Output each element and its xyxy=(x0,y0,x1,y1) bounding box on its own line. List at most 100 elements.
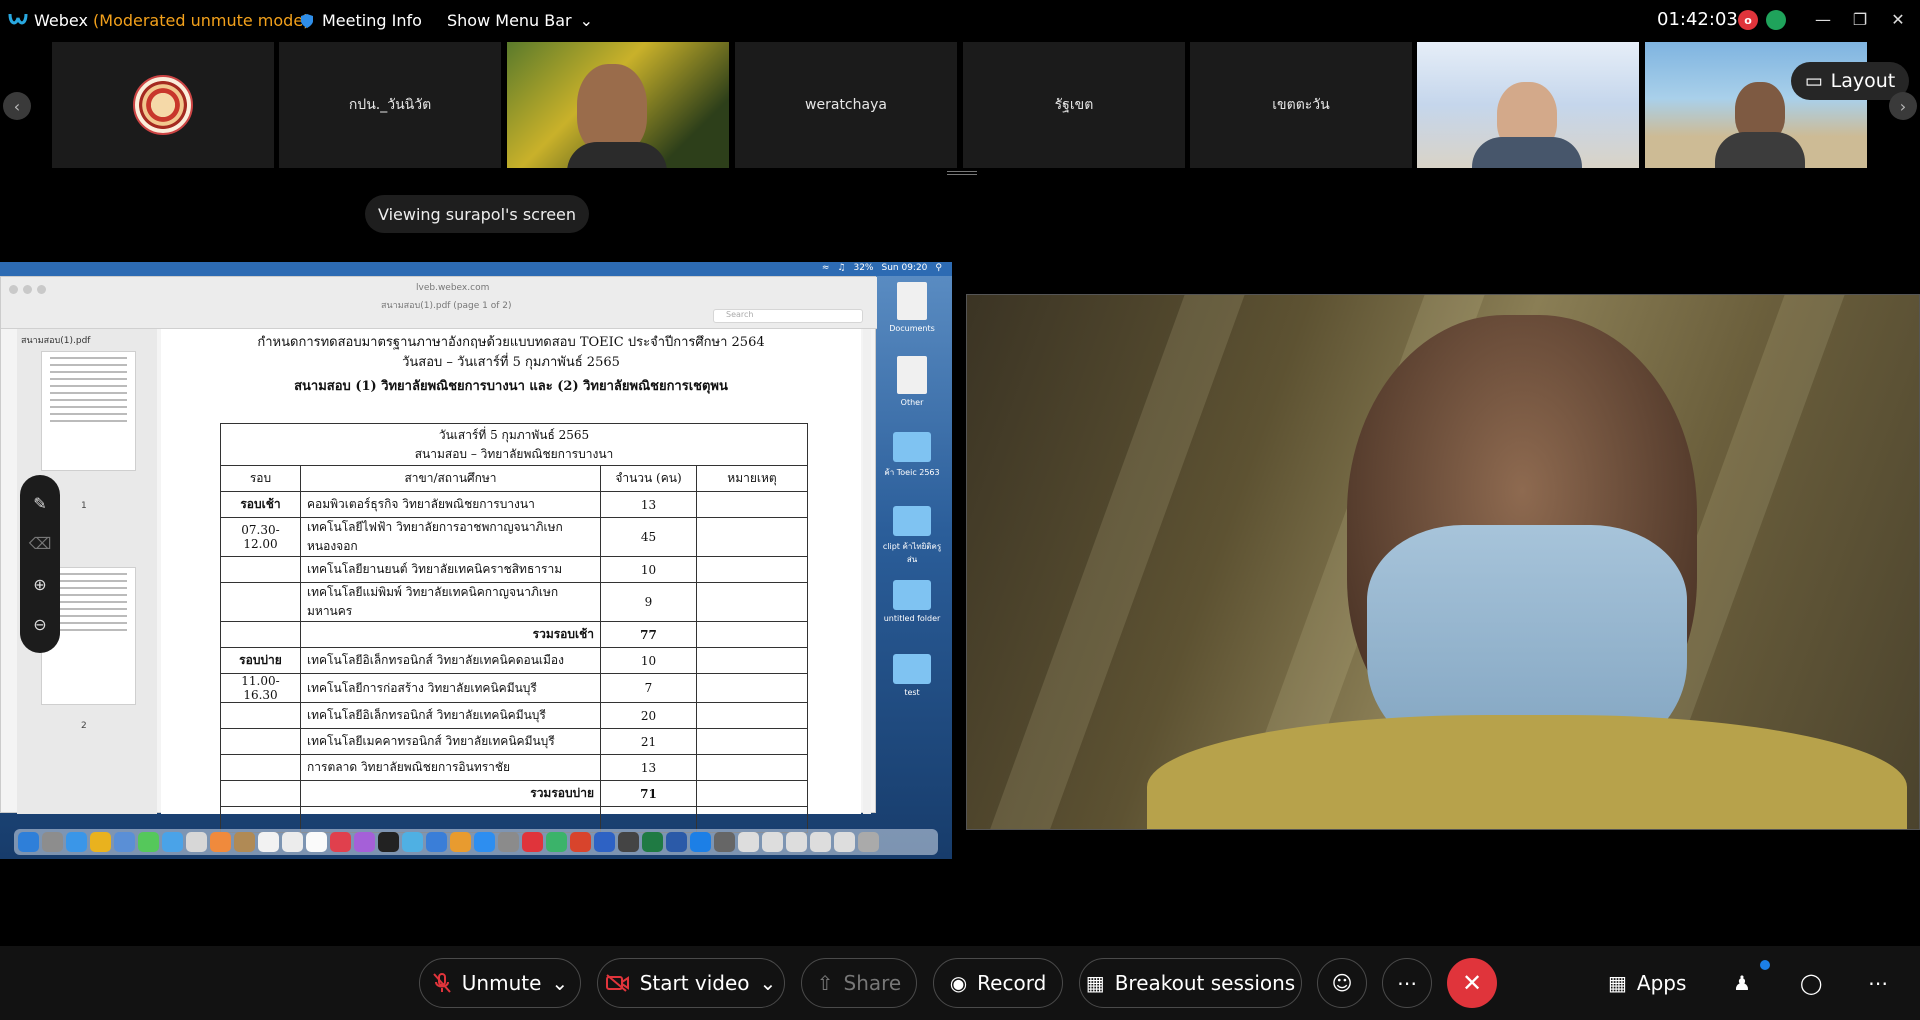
participant-shirt-image xyxy=(1472,137,1582,168)
meeting-timer: 01:42:03 xyxy=(1657,9,1738,30)
close-window-button[interactable]: ✕ xyxy=(1883,6,1913,32)
table-row: เทคโนโลยีแม่พิมพ์ วิทยาลัยเทคนิคกาญจนาภิ… xyxy=(220,582,808,622)
window-traffic-lights xyxy=(9,285,46,294)
participant-name: weratchaya xyxy=(805,97,887,113)
show-menu-bar-button[interactable]: Show Menu Bar ⌄ xyxy=(447,11,593,30)
share-button[interactable]: ⇧ Share xyxy=(801,958,917,1008)
table-title-venue: สนามสอบ – วิทยาลัยพณิชยการบางนา xyxy=(414,446,614,461)
participant-tile[interactable]: เขตตะวัน xyxy=(1190,42,1412,168)
chevron-down-icon[interactable]: ⌄ xyxy=(551,971,568,995)
participant-tile[interactable]: รัฐเขต xyxy=(963,42,1185,168)
tv-icon xyxy=(378,832,399,852)
mac-dock xyxy=(14,829,938,855)
shared-screen[interactable]: ≈ ♫ 32% Sun 09:20 ⚲ lveb.webex.com สนามส… xyxy=(0,262,952,859)
calendar-icon xyxy=(258,832,279,852)
filmstrip-prev-arrow-icon[interactable]: ‹ xyxy=(3,92,31,120)
annotate-pen-icon[interactable]: ✎ xyxy=(33,494,46,513)
record-button[interactable]: ◉ Record xyxy=(933,958,1063,1008)
participant-face-image xyxy=(577,64,647,154)
launchpad-icon xyxy=(42,832,63,852)
participant-filmstrip: ‹ กปน._วันนิวัต weratchaya รัฐเขต เขตตะว… xyxy=(0,42,1920,170)
folder-icon xyxy=(893,432,931,462)
spotlight-search-icon: ⚲ xyxy=(935,263,942,273)
doc-heading-line2: วันสอบ – วันเสาร์ที่ 5 กุมภาพันธ์ 2565 xyxy=(402,355,620,370)
participant-name: เขตตะวัน xyxy=(1272,97,1330,113)
sidebar-file-name: สนามสอบ(1).pdf xyxy=(21,336,91,346)
app-icon xyxy=(714,832,735,852)
app-icon xyxy=(570,832,591,852)
more-options-button[interactable]: ⋯ xyxy=(1382,958,1432,1008)
recording-indicator-icon[interactable]: o xyxy=(1738,10,1758,30)
chat-button[interactable]: ◯ xyxy=(1800,958,1822,1008)
more-dots-icon: ⋯ xyxy=(1397,971,1417,995)
viewing-screen-label: Viewing surapol's screen xyxy=(365,195,589,233)
more-dots-icon: ⋯ xyxy=(1868,971,1888,995)
breakout-grid-icon: ▦ xyxy=(1085,971,1105,995)
institution-seal-image xyxy=(133,75,193,135)
doc-heading-line1: กำหนดการทดสอบมาตรฐานภาษาอังกฤษด้วยแบบทดส… xyxy=(257,335,765,350)
participants-button[interactable]: ♟ xyxy=(1733,958,1751,1008)
minimize-window-button[interactable]: — xyxy=(1808,6,1838,32)
participant-video-tile[interactable] xyxy=(507,42,729,168)
unmute-button[interactable]: Unmute ⌄ xyxy=(419,958,581,1008)
music-icon xyxy=(330,832,351,852)
eraser-icon[interactable]: ⌫ xyxy=(29,534,52,553)
settings-icon xyxy=(498,832,519,852)
restore-window-button[interactable]: ❐ xyxy=(1845,6,1875,32)
chevron-down-icon: ⌄ xyxy=(579,11,594,30)
participant-video-tile[interactable] xyxy=(1645,42,1867,168)
table-row: เทคโนโลยีอิเล็กทรอนิกส์ วิทยาลัยเทคนิคมี… xyxy=(220,702,808,729)
participant-video-tile[interactable] xyxy=(1417,42,1639,168)
start-video-label: Start video xyxy=(639,971,750,995)
preview-scrollbar xyxy=(863,329,871,814)
pdf-preview-window: lveb.webex.com สนามสอบ(1).pdf (page 1 of… xyxy=(0,276,877,833)
record-label: Record xyxy=(977,971,1047,995)
pages-icon xyxy=(450,832,471,852)
table-title: วันเสาร์ที่ 5 กุมภาพันธ์ 2565 สนามสอบ – ว… xyxy=(220,423,808,466)
zoom-out-icon[interactable]: ⊖ xyxy=(33,615,46,634)
outlook-icon xyxy=(666,832,687,852)
notes-icon xyxy=(282,832,303,852)
start-video-button[interactable]: Start video ⌄ xyxy=(597,958,785,1008)
table-row: เทคโนโลยีเมคคาทรอนิกส์ วิทยาลัยเทคนิคมีน… xyxy=(220,728,808,755)
finder-icon xyxy=(18,832,39,852)
folder-icon xyxy=(893,580,931,610)
zoom-in-icon[interactable]: ⊕ xyxy=(33,575,46,594)
mac-clock: Sun 09:20 xyxy=(881,263,928,273)
overflow-menu-button[interactable]: ⋯ xyxy=(1868,958,1888,1008)
filmstrip-resize-handle[interactable] xyxy=(947,171,977,175)
layout-button[interactable]: ▭ Layout xyxy=(1791,62,1909,100)
document-icon xyxy=(762,832,783,852)
safari-icon xyxy=(66,832,87,852)
thumbnail-page-number: 1 xyxy=(81,501,87,511)
share-label: Share xyxy=(843,971,902,995)
table-header-row: รอบ สาขา/สถานศึกษา จำนวน (คน) หมายเหตุ xyxy=(220,465,808,492)
participant-name: รัฐเขต xyxy=(1054,97,1094,113)
chevron-down-icon[interactable]: ⌄ xyxy=(760,971,777,995)
document-icon xyxy=(786,832,807,852)
network-stats-icon[interactable] xyxy=(1766,10,1786,30)
exam-schedule-table: วันเสาร์ที่ 5 กุมภาพันธ์ 2565 สนามสอบ – ว… xyxy=(220,423,808,833)
filmstrip-next-arrow-icon[interactable]: › xyxy=(1889,92,1917,120)
leave-meeting-button[interactable]: ✕ xyxy=(1447,958,1497,1008)
webex-logo-icon xyxy=(8,13,28,25)
preview-search-input: Search xyxy=(713,309,863,323)
breakout-sessions-button[interactable]: ▦ Breakout sessions xyxy=(1079,958,1302,1008)
reactions-button[interactable]: ☺ xyxy=(1317,958,1367,1008)
participant-tile[interactable] xyxy=(52,42,274,168)
desktop-icon-other: Other xyxy=(880,356,944,407)
mac-menu-bar: ≈ ♫ 32% Sun 09:20 ⚲ xyxy=(0,262,952,276)
participant-shirt-image xyxy=(1715,132,1805,168)
participant-tile[interactable]: weratchaya xyxy=(735,42,957,168)
app-icon xyxy=(618,832,639,852)
participant-tile[interactable]: กปน._วันนิวัต xyxy=(279,42,501,168)
document-icon xyxy=(834,832,855,852)
document-icon xyxy=(810,832,831,852)
contacts-icon xyxy=(234,832,255,852)
shield-icon xyxy=(301,13,313,28)
excel-icon xyxy=(642,832,663,852)
header-count: จำนวน (คน) xyxy=(600,465,697,492)
active-speaker-video[interactable] xyxy=(966,294,1920,830)
meeting-info-button[interactable]: Meeting Info xyxy=(300,11,422,30)
apps-button[interactable]: ▦ Apps xyxy=(1608,958,1686,1008)
